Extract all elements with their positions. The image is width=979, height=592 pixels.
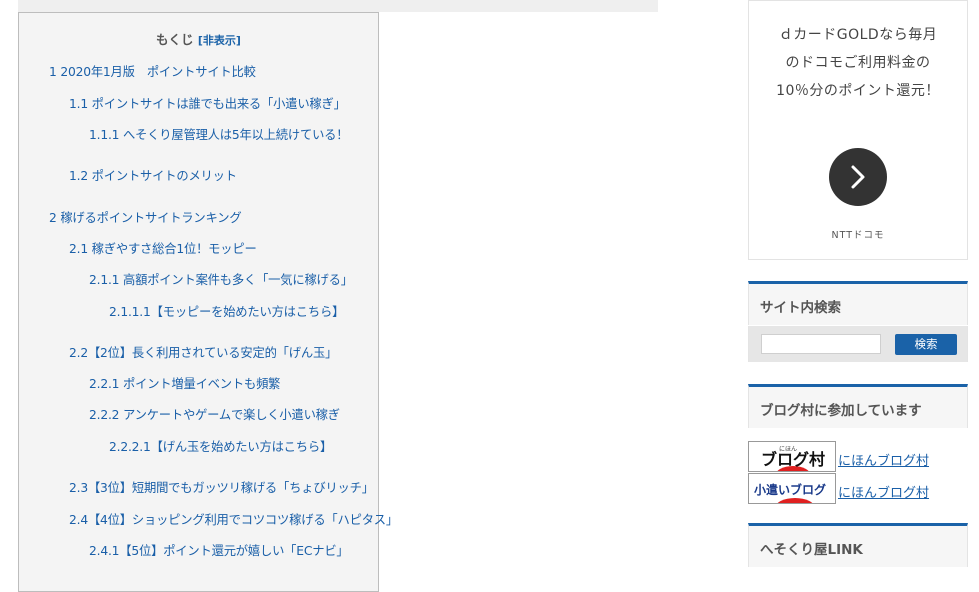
toc-item[interactable]: 1.2 ポイントサイトのメリット (69, 166, 237, 184)
toc-item[interactable]: 1.1.1 へそくり屋管理人は5年以上続けている！ (89, 125, 349, 143)
search-button[interactable]: 検索 (895, 334, 957, 355)
blogmura-banner-row: 小遣いブログ にほんブログ村 (748, 473, 968, 505)
kozukai-blog-logo-icon: 小遣いブログ (749, 474, 835, 503)
kozukai-blog-logo-text: 小遣いブログ (754, 482, 826, 497)
blogmura-logo-text: ブログ村 (761, 450, 825, 469)
toc-item[interactable]: 2.1.1.1【モッピーを始めたい方はこちら】 (109, 302, 344, 320)
ad-advertiser: NTTドコモ (831, 230, 885, 241)
table-of-contents: もくじ [非表示] 1 2020年1月版 ポイントサイト比較 1.1 ポイントサ… (18, 12, 398, 592)
search-widget-header: サイト内検索 (748, 281, 968, 325)
advertisement[interactable]: ｄカードGOLDなら毎月 のドコモご利用料金の 10％分のポイント還元！ NTT… (748, 0, 968, 260)
ad-text-line: のドコモご利用料金の (785, 55, 931, 71)
blogmura-logo-icon: にほん ブログ村 (749, 442, 835, 471)
toc-item[interactable]: 1 2020年1月版 ポイントサイト比較 (49, 62, 256, 80)
search-form: 検索 (748, 326, 968, 362)
link-widget-header: へそくり屋LINK (748, 523, 968, 567)
toc-item[interactable]: 2.4【4位】ショッピング利用でコツコツ稼げる「ハピタス」 (69, 510, 398, 528)
toc-title-label: もくじ (156, 32, 194, 47)
ad-text-line: ｄカードGOLDなら毎月 (778, 27, 938, 43)
blogmura-link[interactable]: にほんブログ村 (838, 450, 929, 469)
blogmura-link[interactable]: にほんブログ村 (838, 482, 929, 501)
toc-item[interactable]: 2.1.1 高額ポイント案件も多く「一気に稼げる」 (89, 270, 353, 288)
toc-item[interactable]: 2.3【3位】短期間でもガッツリ稼げる「ちょびリッチ」 (69, 478, 374, 496)
search-input[interactable] (761, 334, 881, 354)
blogmura-widget-header: ブログ村に参加しています (748, 384, 968, 428)
content-top-strip (18, 0, 658, 12)
toc-item[interactable]: 2.1 稼ぎやすさ総合1位！モッピー (69, 239, 257, 257)
ad-arrow-button[interactable] (829, 148, 887, 206)
blogmura-category-banner-image[interactable]: 小遣いブログ (748, 473, 836, 504)
blogmura-banner-row: にほん ブログ村 にほんブログ村 (748, 441, 968, 473)
toc-item[interactable]: 2.4.1【5位】ポイント還元が嬉しい「ECナビ」 (89, 541, 349, 559)
toc-title: もくじ [非表示] (19, 29, 378, 48)
toc-item[interactable]: 2.2【2位】長く利用されている安定的「げん玉」 (69, 343, 337, 361)
toc-item[interactable]: 1.1 ポイントサイトは誰でも出来る「小遣い稼ぎ」 (69, 94, 346, 112)
toc-item[interactable]: 2.2.1 ポイント増量イベントも頻繁 (89, 374, 280, 392)
toc-item[interactable]: 2.2.2.1【げん玉を始めたい方はこちら】 (109, 437, 332, 455)
blogmura-banner-image[interactable]: にほん ブログ村 (748, 441, 836, 472)
toc-toggle-button[interactable]: [非表示] (198, 34, 241, 47)
toc-item[interactable]: 2.2.2 アンケートやゲームで楽しく小遣い稼ぎ (89, 405, 340, 423)
ad-text-line: 10％分のポイント還元！ (776, 83, 940, 99)
chevron-right-icon (851, 165, 865, 189)
search-widget-title: サイト内検索 (760, 300, 841, 316)
blogmura-widget-title: ブログ村に参加しています (760, 403, 922, 419)
toc-item[interactable]: 2 稼げるポイントサイトランキング (49, 208, 242, 226)
link-widget-title: へそくり屋LINK (760, 542, 863, 558)
